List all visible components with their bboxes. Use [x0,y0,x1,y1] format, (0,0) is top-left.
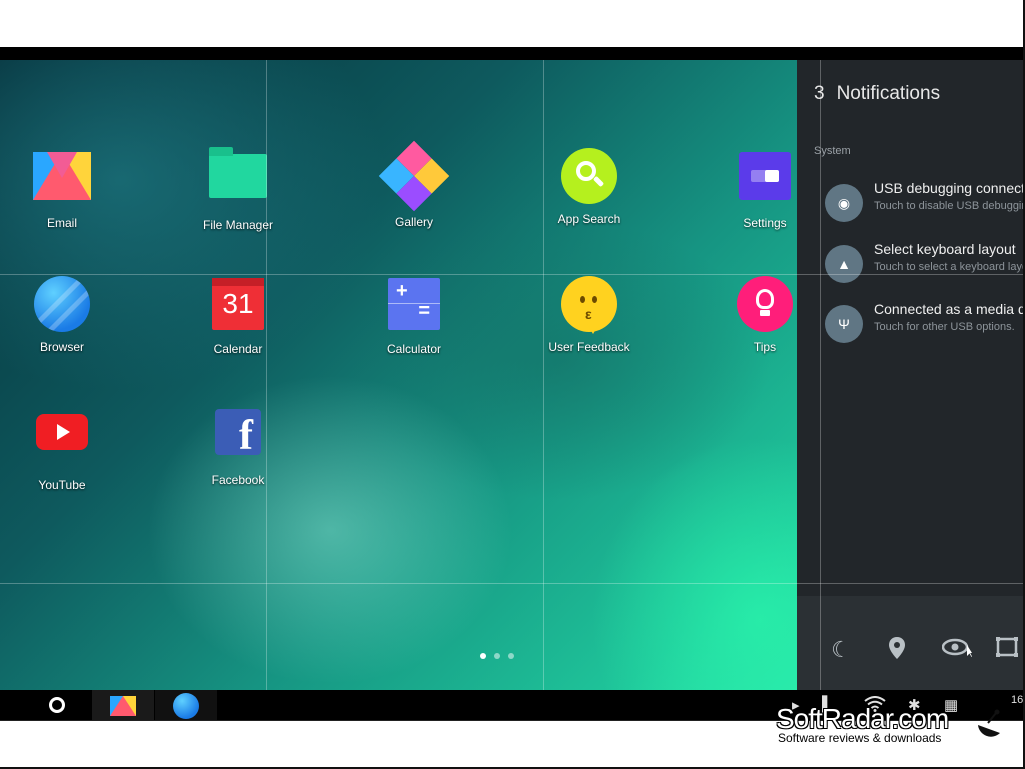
calculator-icon: + = [388,278,440,330]
app-label: Email [46,216,77,230]
start-button[interactable] [49,697,65,713]
eye-icon[interactable] [937,636,977,664]
app-calendar[interactable]: 31 Calendar [183,275,293,356]
calendar-icon: 31 [212,278,264,330]
notification-item[interactable]: ◉ USB debugging connected Touch to disab… [825,180,1025,230]
page-indicator[interactable] [480,646,522,664]
app-browser[interactable]: Browser [7,275,117,354]
grid-line [266,60,267,720]
browser-icon [173,693,199,719]
app-label: User Feedback [548,340,630,354]
notification-item-subtitle: Touch for other USB options. [874,321,1015,333]
app-facebook[interactable]: f Facebook [183,403,293,487]
location-icon[interactable] [883,636,911,664]
settings-icon [739,152,791,200]
notification-item[interactable]: Ψ Connected as a media device Touch for … [825,301,1025,351]
app-label: Calculator [386,342,442,356]
android-icon: ◉ [825,184,863,222]
app-app-search[interactable]: App Search [534,147,644,226]
app-label: App Search [557,212,621,226]
app-label: Calendar [213,342,263,356]
app-gallery[interactable]: Gallery [359,140,469,229]
usb-icon: Ψ [825,305,863,343]
keyboard-icon: ▲ [825,245,863,283]
search-icon [561,148,617,204]
notification-header: 3 Notifications [814,83,940,105]
browser-icon [34,276,90,332]
app-email[interactable]: Email [7,147,117,230]
notification-item-title: Select keyboard layout [874,241,1016,257]
app-file-manager[interactable]: File Manager [183,147,293,232]
app-youtube[interactable]: YouTube [7,403,117,492]
lightbulb-icon [737,276,793,332]
screen-icon[interactable] [993,636,1021,664]
grid-line [0,274,1025,275]
notification-item-subtitle: Touch to select a keyboard layout. [874,261,1025,273]
app-label: File Manager [202,218,274,232]
folder-icon [209,147,267,198]
page-dot[interactable] [480,653,486,659]
page-dot[interactable] [494,653,500,659]
youtube-icon [36,414,88,450]
moon-icon[interactable]: ☾ [827,636,855,664]
feedback-icon: ε [561,276,617,334]
page-dot[interactable] [508,653,514,659]
taskbar-app-browser[interactable] [155,690,217,720]
app-user-feedback[interactable]: ε User Feedback [534,275,644,354]
app-label: Facebook [211,473,265,487]
grid-line [820,60,821,720]
notification-item-title: Connected as a media device [874,301,1025,317]
grid-line [0,583,1025,584]
email-icon [33,152,91,200]
facebook-icon: f [215,409,261,455]
radar-icon [978,709,1000,737]
app-label: Gallery [394,215,433,229]
notification-panel: 3 Notifications System ◉ USB debugging co… [797,60,1025,596]
notification-item-subtitle: Touch to disable USB debugging. [874,200,1025,212]
taskbar-app-email[interactable] [92,690,154,720]
app-label: YouTube [38,478,86,492]
notification-item[interactable]: ▲ Select keyboard layout Touch to select… [825,241,1025,291]
notification-item-title: USB debugging connected [874,180,1025,196]
watermark: SoftRadar.com Software reviews & downloa… [776,703,1021,747]
screen-frame: Email File Manager Gallery App Search Se… [0,47,1025,720]
email-icon [110,696,136,716]
app-calculator[interactable]: + = Calculator [359,275,469,356]
watermark-tagline: Software reviews & downloads [778,731,942,745]
grid-line [543,60,544,720]
notification-title: Notifications [836,83,941,104]
app-label: Browser [39,340,84,354]
gallery-icon [378,140,450,212]
